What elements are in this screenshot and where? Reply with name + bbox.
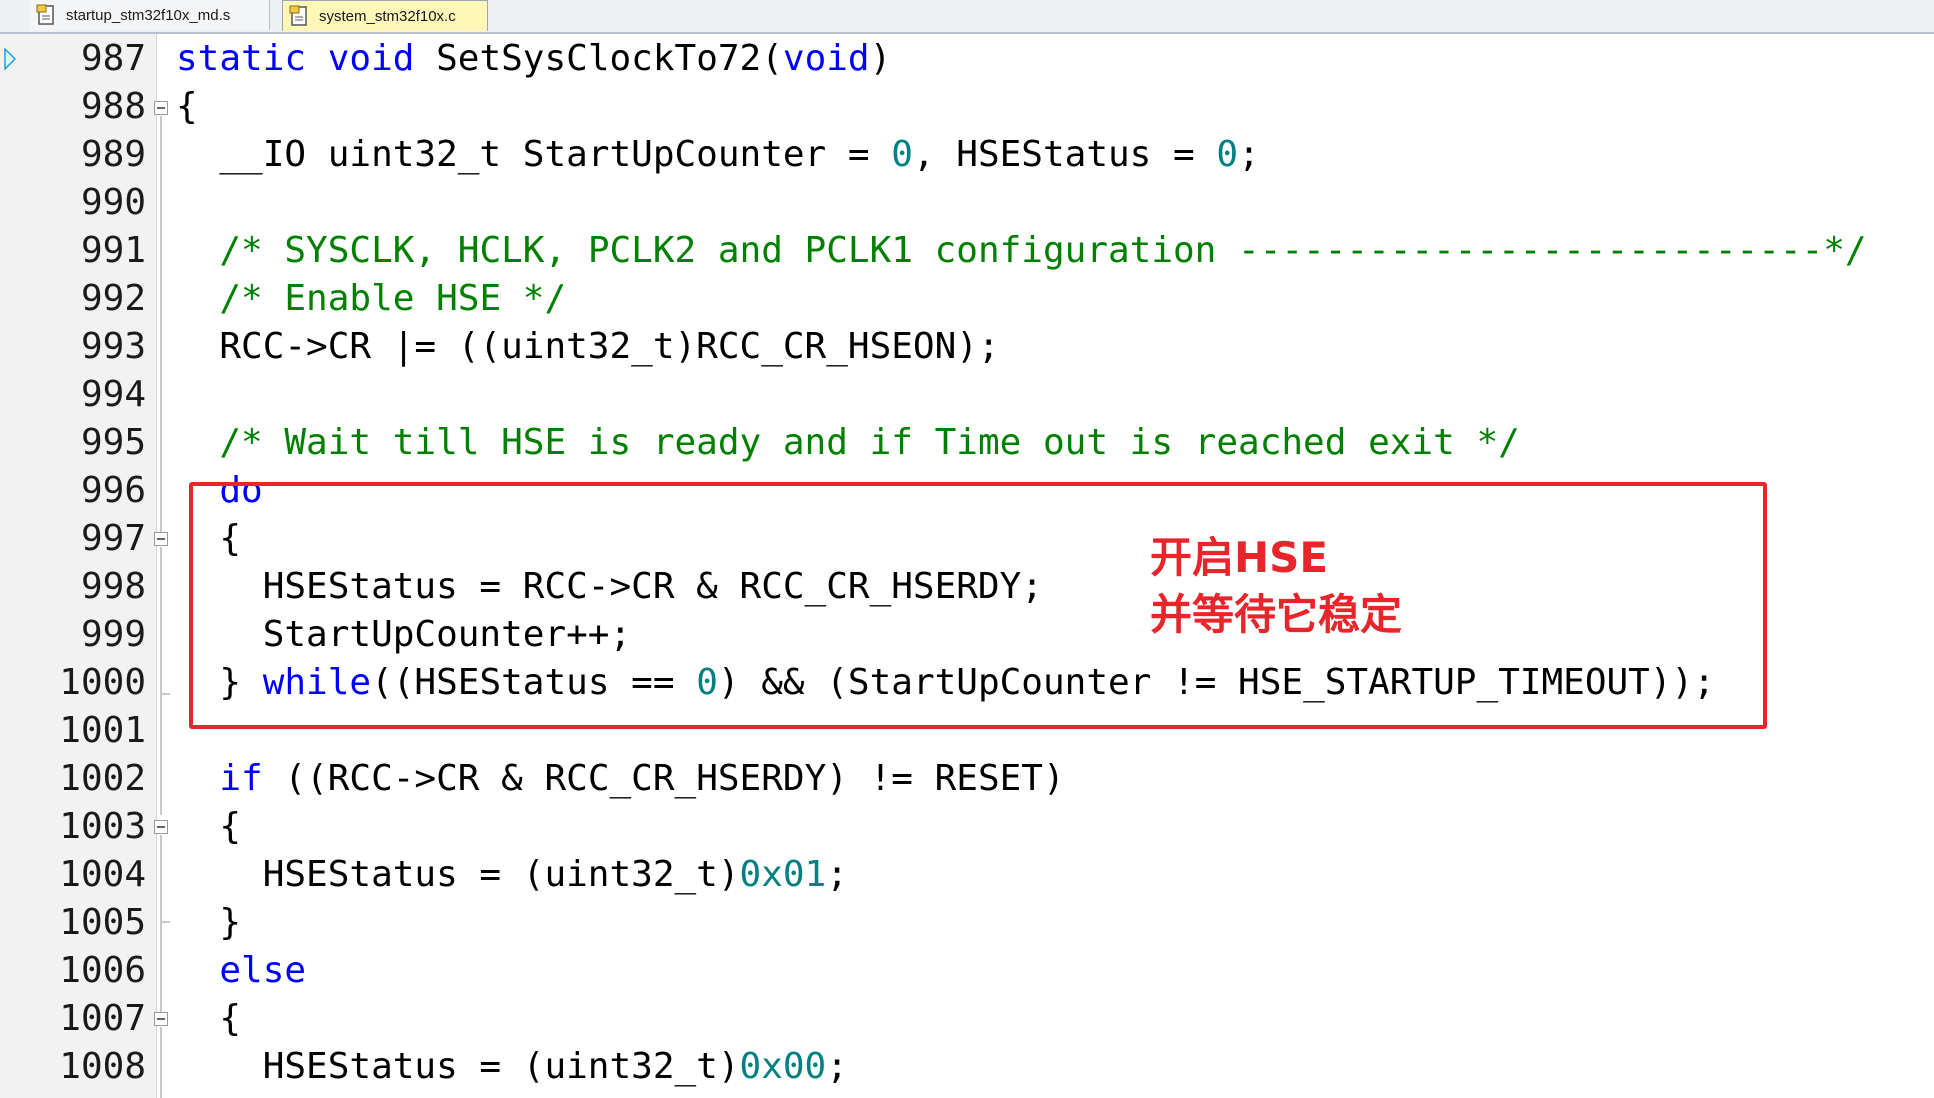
file-icon <box>36 4 54 25</box>
number-token: 0x00 <box>739 1046 827 1087</box>
code-line: { <box>176 803 241 851</box>
code-line: HSEStatus = (uint32_t)0x00; <box>176 1043 848 1091</box>
code-token: { <box>176 86 198 127</box>
code-line: /* Enable HSE */ <box>176 275 566 323</box>
number-token: 0 <box>1216 134 1239 175</box>
line-number: 988 <box>80 86 146 127</box>
code-token: { <box>176 998 242 1039</box>
code-line: HSEStatus = (uint32_t)0x01; <box>176 851 848 899</box>
code-token: { <box>176 806 242 847</box>
line-number: 996 <box>80 470 146 511</box>
code-line: /* Wait till HSE is ready and if Time ou… <box>176 419 1520 467</box>
line-number: 995 <box>80 422 146 463</box>
line-number: 993 <box>80 326 146 367</box>
code-line: static void SetSysClockTo72(void) <box>176 35 891 83</box>
fold-guide <box>160 1027 162 1098</box>
code-line: if ((RCC->CR & RCC_CR_HSERDY) != RESET) <box>176 755 1065 803</box>
code-line: RCC->CR |= ((uint32_t)RCC_CR_HSEON); <box>176 323 1000 371</box>
line-number: 990 <box>80 182 146 223</box>
code-token: ) <box>869 38 892 79</box>
keyword-token: else <box>219 950 307 991</box>
code-token: SetSysClockTo72( <box>414 38 783 79</box>
code-line: } <box>176 899 241 947</box>
line-number: 989 <box>80 134 146 175</box>
fold-guide <box>160 923 162 1013</box>
file-icon <box>289 5 307 26</box>
code-line: /* SYSCLK, HCLK, PCLK2 and PCLK1 configu… <box>176 227 1867 275</box>
code-token: ; <box>1238 134 1260 175</box>
comment-token: /* Enable HSE */ <box>219 278 567 319</box>
line-number: 987 <box>80 38 146 79</box>
line-number: 1004 <box>59 854 146 895</box>
line-number: 1000 <box>59 662 146 703</box>
fold-guide <box>160 695 162 815</box>
code-token: ((RCC->CR & RCC_CR_HSERDY) != RESET) <box>262 758 1065 799</box>
code-line: else <box>176 947 306 995</box>
tab-system-file[interactable]: system_stm32f10x.c <box>282 0 488 31</box>
keyword-token: if <box>219 758 263 799</box>
code-line: __IO uint32_t StartUpCounter = 0, HSESta… <box>176 131 1260 179</box>
tab-startup-file[interactable]: startup_stm32f10x_md.s <box>30 0 270 30</box>
line-number: 997 <box>80 518 146 559</box>
fold-collapse-icon[interactable] <box>154 1012 168 1026</box>
line-number: 1002 <box>59 758 146 799</box>
code-token: RCC->CR |= ((uint32_t)RCC_CR_HSEON); <box>176 326 1000 367</box>
comment-token: /* Wait till HSE is ready and if Time ou… <box>219 422 1520 463</box>
tab-label: system_stm32f10x.c <box>319 7 456 25</box>
line-number: 1005 <box>59 902 146 943</box>
keyword-token: void <box>327 38 415 79</box>
line-number: 1006 <box>59 950 146 991</box>
comment-token: /* SYSCLK, HCLK, PCLK2 and PCLK1 configu… <box>219 230 1867 271</box>
code-token: __IO uint32_t StartUpCounter = <box>176 134 892 175</box>
line-number: 1001 <box>59 710 146 751</box>
editor-tab-bar: startup_stm32f10x_md.s system_stm32f10x.… <box>0 0 1934 34</box>
code-token: HSEStatus = (uint32_t) <box>176 854 740 895</box>
line-number: 994 <box>80 374 146 415</box>
code-token: ; <box>826 854 848 895</box>
code-token: } <box>176 902 242 943</box>
annotation-line-2: 并等待它稳定 <box>1150 590 1403 639</box>
fold-collapse-icon[interactable] <box>154 820 168 834</box>
line-number: 1003 <box>59 806 146 847</box>
line-number: 999 <box>80 614 146 655</box>
highlight-box <box>189 482 1767 729</box>
fold-guide <box>160 547 162 693</box>
keyword-token: void <box>782 38 870 79</box>
code-token: HSEStatus = (uint32_t) <box>176 1046 740 1087</box>
number-token: 0 <box>891 134 913 175</box>
tab-label: startup_stm32f10x_md.s <box>66 6 231 24</box>
fold-guide <box>160 835 162 921</box>
fold-guide <box>160 116 162 532</box>
current-line-arrow-icon <box>4 48 16 70</box>
line-number: 991 <box>80 230 146 271</box>
number-token: 0x01 <box>739 854 827 895</box>
fold-collapse-icon[interactable] <box>154 532 168 546</box>
line-number: 998 <box>80 566 146 607</box>
line-number: 1007 <box>59 998 146 1039</box>
code-token: ; <box>826 1046 848 1087</box>
annotation-line-1: 开启HSE <box>1150 533 1329 582</box>
line-number: 1008 <box>59 1046 146 1087</box>
code-token: , HSEStatus = <box>912 134 1217 175</box>
code-line: { <box>176 83 198 131</box>
fold-collapse-icon[interactable] <box>154 101 168 115</box>
keyword-token: static <box>176 38 307 79</box>
code-line: { <box>176 995 241 1043</box>
line-number: 992 <box>80 278 146 319</box>
